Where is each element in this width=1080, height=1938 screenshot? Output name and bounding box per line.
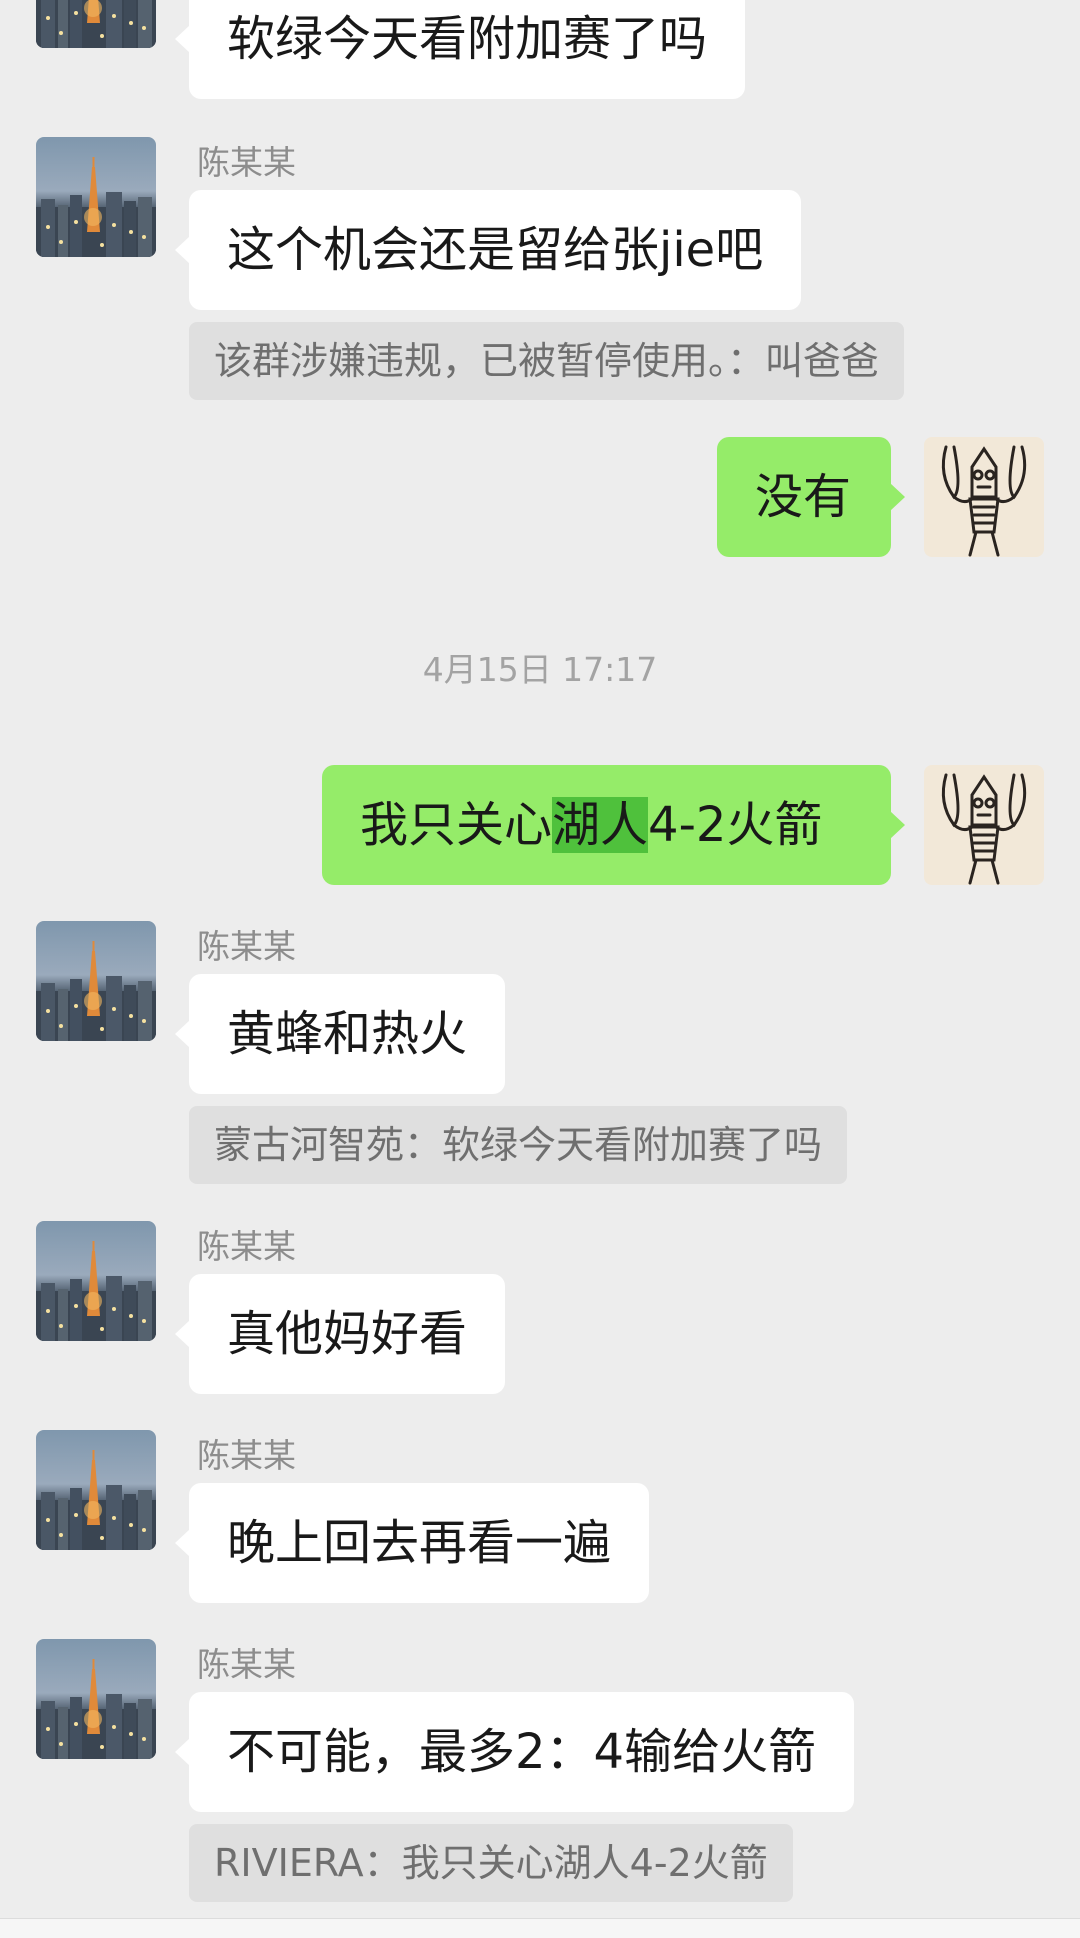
monster-drawing-avatar-icon bbox=[924, 765, 1044, 885]
city-night-avatar-icon bbox=[36, 0, 156, 48]
message-bubble[interactable]: 我只关心湖人4-2火箭 bbox=[322, 765, 905, 885]
message-text: 我只关心 bbox=[360, 797, 553, 853]
quoted-message[interactable]: 该群涉嫌违规，已被暂停使用。：叫爸爸 bbox=[189, 322, 905, 400]
sender-name: 陈某某 bbox=[197, 1436, 296, 1475]
contact-avatar[interactable] bbox=[36, 0, 156, 48]
contact-avatar[interactable] bbox=[36, 1639, 156, 1759]
message-bubble[interactable]: 晚上回去再看一遍 bbox=[174, 1483, 650, 1603]
my-avatar[interactable] bbox=[924, 765, 1044, 885]
sender-name: 陈某某 bbox=[197, 927, 296, 966]
contact-avatar[interactable] bbox=[36, 921, 156, 1041]
message-bubble[interactable]: 黄蜂和热火 bbox=[174, 974, 506, 1094]
message-timestamp: 4月15日 17:17 bbox=[422, 650, 658, 689]
monster-drawing-avatar-icon bbox=[924, 437, 1044, 557]
message-bubble[interactable]: 没有 bbox=[717, 437, 905, 557]
city-night-avatar-icon bbox=[36, 1430, 156, 1550]
city-night-avatar-icon bbox=[36, 1639, 156, 1759]
sender-name: 陈某某 bbox=[197, 1645, 296, 1684]
quoted-message[interactable]: 蒙古河智苑：软绿今天看附加赛了吗 bbox=[189, 1106, 848, 1184]
message-bubble[interactable]: 真他妈好看 bbox=[174, 1274, 506, 1394]
contact-avatar[interactable] bbox=[36, 137, 156, 257]
city-night-avatar-icon bbox=[36, 921, 156, 1041]
chat-message-list: 软绿今天看附加赛了吗 陈某某 这个机会还是留给张jie吧 该群涉嫌违规，已被暂停… bbox=[0, 0, 1080, 1938]
city-night-avatar-icon bbox=[36, 1221, 156, 1341]
message-bubble[interactable]: 软绿今天看附加赛了吗 bbox=[174, 0, 746, 99]
quoted-message[interactable]: RIVIERA：我只关心湖人4-2火箭 bbox=[189, 1824, 793, 1902]
city-night-avatar-icon bbox=[36, 137, 156, 257]
message-text: 4-2火箭 bbox=[648, 797, 823, 853]
my-avatar[interactable] bbox=[924, 437, 1044, 557]
contact-avatar[interactable] bbox=[36, 1430, 156, 1550]
sender-name: 陈某某 bbox=[197, 143, 296, 182]
selected-text-highlight[interactable]: 湖人 bbox=[552, 797, 649, 853]
message-bubble[interactable]: 这个机会还是留给张jie吧 bbox=[174, 190, 802, 310]
message-bubble[interactable]: 不可能，最多2：4输给火箭 bbox=[174, 1692, 855, 1812]
contact-avatar[interactable] bbox=[36, 1221, 156, 1341]
sender-name: 陈某某 bbox=[197, 1227, 296, 1266]
input-bar-edge bbox=[0, 1918, 1080, 1938]
